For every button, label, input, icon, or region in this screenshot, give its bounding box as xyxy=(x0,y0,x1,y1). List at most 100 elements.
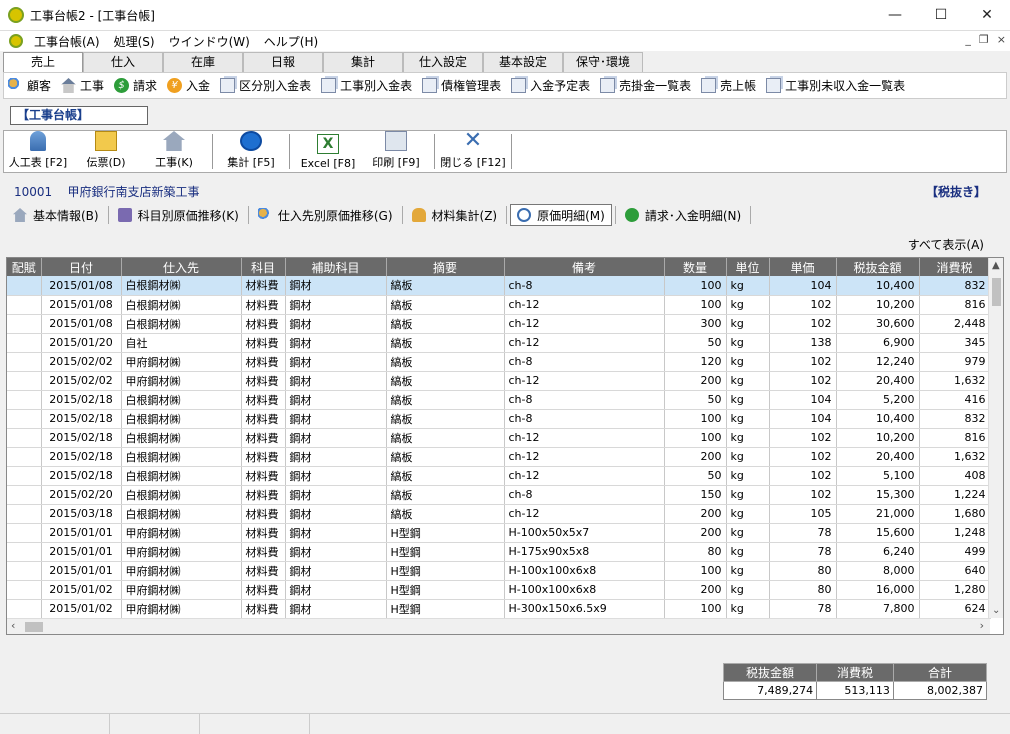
table-row[interactable]: 2015/02/18 白根鋼材㈱ 材料費 鋼材 縞板 ch-8 50 kg 104 5,200 41… xyxy=(7,390,991,410)
vertical-scroll-thumb[interactable] xyxy=(992,278,1001,306)
table-row[interactable]: 2015/01/08 白根鋼材㈱ 材料費 鋼材 縞板 ch-12 300 kg 102 30,60… xyxy=(7,314,991,334)
window-title: 工事台帳2 - [工事台帳] xyxy=(30,8,155,23)
quick-sales-book[interactable]: 売上帳 xyxy=(697,77,760,94)
scroll-right-icon[interactable]: › xyxy=(980,619,984,632)
menu-ledger[interactable]: 工事台帳(A) xyxy=(27,33,107,50)
show-all-button[interactable]: すべて表示(A) xyxy=(908,236,984,253)
column-header[interactable]: 税抜金額 xyxy=(836,258,920,276)
table-row[interactable]: 2015/02/20 白根鋼材㈱ 材料費 鋼材 縞板 ch-8 150 kg 102 15,300… xyxy=(7,485,991,505)
tab-summary[interactable]: 集計 xyxy=(323,52,403,72)
table-cell: ch-12 xyxy=(504,314,665,334)
quick-customer[interactable]: 顧客 xyxy=(4,77,55,94)
table-row[interactable]: 2015/02/18 白根鋼材㈱ 材料費 鋼材 縞板 ch-12 50 kg 102 5,100 4… xyxy=(7,466,991,486)
house-icon xyxy=(163,131,185,151)
table-cell xyxy=(7,466,42,486)
tab-purchase[interactable]: 仕入 xyxy=(83,52,163,72)
print-button[interactable]: 印刷 [F9] xyxy=(362,131,430,172)
column-header[interactable]: 補助科目 xyxy=(285,258,387,276)
table-row[interactable]: 2015/01/01 甲府鋼材㈱ 材料費 鋼材 H型鋼 H-175x90x5x8 80 kg 7… xyxy=(7,542,991,562)
table-cell: 2015/01/08 xyxy=(41,314,122,334)
table-cell: 鋼材 xyxy=(285,352,387,372)
labor-button[interactable]: 人工表 [F2] xyxy=(4,131,72,172)
table-row[interactable]: 2015/01/01 甲府鋼材㈱ 材料費 鋼材 H型鋼 H-100x50x5x7 200 kg… xyxy=(7,523,991,543)
subtab-material-summary[interactable]: 材料集計(Z) xyxy=(406,204,504,226)
table-cell: 20,400 xyxy=(836,447,920,467)
quick-payment-by-category[interactable]: 区分別入金表 xyxy=(216,77,315,94)
menu-window[interactable]: ウインドウ(W) xyxy=(162,33,257,50)
table-row[interactable]: 2015/02/02 甲府鋼材㈱ 材料費 鋼材 縞板 ch-12 200 kg 102 20,40… xyxy=(7,371,991,391)
scroll-up-icon[interactable]: ▲ xyxy=(992,260,1000,271)
tab-daily-report[interactable]: 日報 xyxy=(243,52,323,72)
slip-button[interactable]: 伝票(D) xyxy=(72,131,140,172)
close-window-button[interactable]: ✕ xyxy=(964,0,1010,31)
table-cell: 78 xyxy=(769,542,837,562)
cost-detail-grid[interactable]: 配賦 日付 仕入先 科目 補助科目 摘要 備考 数量 単位 単価 税抜金額 消費税 2015/01/0… xyxy=(6,257,1004,635)
menu-process[interactable]: 処理(S) xyxy=(107,33,162,50)
table-cell: 2015/01/08 xyxy=(41,276,122,296)
table-row[interactable]: 2015/02/18 白根鋼材㈱ 材料費 鋼材 縞板 ch-12 200 kg 102 20,40… xyxy=(7,447,991,467)
vertical-scrollbar[interactable]: ▲ ⌄ xyxy=(988,258,1003,618)
close-button[interactable]: ✕ 閉じる [F12] xyxy=(439,130,507,172)
column-header[interactable]: 摘要 xyxy=(386,258,505,276)
quick-ar-list[interactable]: 売掛金一覧表 xyxy=(596,77,695,94)
quick-billing[interactable]: $ 請求 xyxy=(110,77,161,94)
table-cell: 15,300 xyxy=(836,485,920,505)
tab-purchase-settings[interactable]: 仕入設定 xyxy=(403,52,483,72)
table-row[interactable]: 2015/02/18 白根鋼材㈱ 材料費 鋼材 縞板 ch-8 100 kg 104 10,400… xyxy=(7,409,991,429)
scroll-down-icon[interactable]: ⌄ xyxy=(992,605,1000,616)
table-row[interactable]: 2015/02/02 甲府鋼材㈱ 材料費 鋼材 縞板 ch-8 120 kg 102 12,240… xyxy=(7,352,991,372)
menu-help[interactable]: ヘルプ(H) xyxy=(257,33,325,50)
table-row[interactable]: 2015/01/02 甲府鋼材㈱ 材料費 鋼材 H型鋼 H-100x100x6x8 200 k… xyxy=(7,580,991,600)
column-header[interactable]: 配賦 xyxy=(7,258,42,276)
subtab-cost-by-account[interactable]: 科目別原価推移(K) xyxy=(112,204,245,226)
table-row[interactable]: 2015/01/08 白根鋼材㈱ 材料費 鋼材 縞板 ch-8 100 kg 104 10,400… xyxy=(7,276,991,296)
quick-receivables[interactable]: 債権管理表 xyxy=(418,77,505,94)
construction-button[interactable]: 工事(K) xyxy=(140,131,208,172)
minimize-button[interactable]: — xyxy=(872,0,918,31)
mdi-minimize-button[interactable]: _ xyxy=(965,33,971,46)
table-row[interactable]: 2015/02/18 白根鋼材㈱ 材料費 鋼材 縞板 ch-12 100 kg 102 10,20… xyxy=(7,428,991,448)
project-name: 甲府銀行南支店新築工事 xyxy=(67,185,200,199)
mdi-restore-button[interactable]: ❐ xyxy=(979,33,989,46)
column-header[interactable]: 日付 xyxy=(41,258,122,276)
table-row[interactable]: 2015/03/18 白根鋼材㈱ 材料費 鋼材 縞板 ch-12 200 kg 105 21,00… xyxy=(7,504,991,524)
column-header[interactable]: 消費税 xyxy=(919,258,991,276)
column-header[interactable]: 単価 xyxy=(769,258,837,276)
mdi-close-button[interactable]: × xyxy=(997,33,1006,46)
column-header[interactable]: 科目 xyxy=(241,258,286,276)
subtab-cost-detail[interactable]: 原価明細(M) xyxy=(510,204,612,226)
tab-inventory[interactable]: 在庫 xyxy=(163,52,243,72)
summary-button[interactable]: 集計 [F5] xyxy=(217,131,285,172)
table-cell: 白根鋼材㈱ xyxy=(121,390,242,410)
quick-uncollected-list[interactable]: 工事別未収入金一覧表 xyxy=(762,77,909,94)
subtab-basic-info[interactable]: 基本情報(B) xyxy=(7,204,105,226)
quick-payment-by-construction[interactable]: 工事別入金表 xyxy=(317,77,416,94)
quick-construction[interactable]: 工事 xyxy=(57,77,108,94)
horizontal-scrollbar[interactable]: ‹ › xyxy=(7,618,990,634)
quick-payment-label: 入金 xyxy=(186,79,211,93)
table-row[interactable]: 2015/01/01 甲府鋼材㈱ 材料費 鋼材 H型鋼 H-100x100x6x8 100 k… xyxy=(7,561,991,581)
horizontal-scroll-thumb[interactable] xyxy=(25,622,43,632)
subtab-cost-by-supplier[interactable]: 仕入先別原価推移(G) xyxy=(252,204,399,226)
column-header[interactable]: 単位 xyxy=(726,258,770,276)
scroll-left-icon[interactable]: ‹ xyxy=(11,619,15,632)
table-cell: 鋼材 xyxy=(285,428,387,448)
house-icon xyxy=(61,78,77,93)
tab-maintenance[interactable]: 保守･環境 xyxy=(563,52,643,72)
quick-payment-schedule[interactable]: 入金予定表 xyxy=(507,77,594,94)
tab-sales[interactable]: 売上 xyxy=(3,52,83,73)
column-header[interactable]: 数量 xyxy=(664,258,727,276)
table-cell: kg xyxy=(726,523,770,543)
table-row[interactable]: 2015/01/20 自社 材料費 鋼材 縞板 ch-12 50 kg 138 6,900 345 xyxy=(7,333,991,353)
column-header[interactable]: 備考 xyxy=(504,258,665,276)
tab-basic-settings[interactable]: 基本設定 xyxy=(483,52,563,72)
maximize-button[interactable]: ☐ xyxy=(918,0,964,31)
table-cell: 120 xyxy=(664,352,727,372)
column-header[interactable]: 仕入先 xyxy=(121,258,242,276)
table-row[interactable]: 2015/01/08 白根鋼材㈱ 材料費 鋼材 縞板 ch-12 100 kg 102 10,20… xyxy=(7,295,991,315)
table-row[interactable]: 2015/01/02 甲府鋼材㈱ 材料費 鋼材 H型鋼 H-300x150x6.5x9 10… xyxy=(7,599,991,619)
table-cell: 鋼材 xyxy=(285,333,387,353)
subtab-billing-payment[interactable]: 請求･入金明細(N) xyxy=(619,204,747,226)
excel-button[interactable]: X Excel [F8] xyxy=(294,131,362,172)
quick-payment[interactable]: ¥ 入金 xyxy=(163,77,214,94)
